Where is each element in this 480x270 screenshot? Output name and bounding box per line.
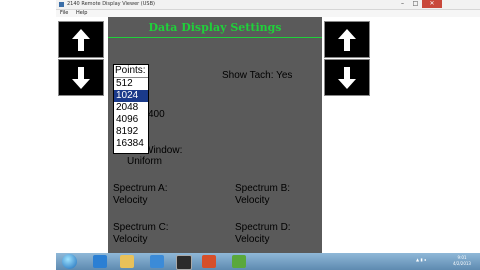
office-app-icon[interactable] [202,255,216,268]
close-button[interactable]: ✕ [422,0,442,8]
points-option[interactable]: 2048 [114,102,148,114]
start-button[interactable] [62,254,77,269]
spectrum-d-value[interactable]: Velocity [235,234,269,246]
spectrum-a-label: Spectrum A: [113,183,168,194]
window-value[interactable]: Uniform [127,156,162,168]
left-down-button[interactable] [58,59,104,96]
up-arrow-icon [72,28,90,51]
browser-icon[interactable] [93,255,107,268]
show-tach-setting[interactable]: Show Tach: Yes [222,70,292,82]
minimize-button[interactable]: – [396,0,409,8]
folder-icon[interactable] [120,255,134,268]
left-button-column [56,17,104,253]
right-down-button[interactable] [324,59,370,96]
spectrum-c-value[interactable]: Velocity [113,234,147,246]
title-divider [108,37,322,38]
down-arrow-icon [338,66,356,89]
menu-bar: File Help [56,10,480,17]
points-option[interactable]: 512 [114,78,148,90]
spectrum-c-label: Spectrum C: [113,222,169,233]
menu-help[interactable]: Help [76,10,87,17]
app-icon-green[interactable] [232,255,246,268]
points-dropdown-label: Points: [114,65,148,78]
media-player-icon[interactable] [150,255,164,268]
right-button-column [322,17,370,253]
left-up-button[interactable] [58,21,104,58]
clock-date: 4/2/2013 [453,261,471,266]
points-option[interactable]: 8192 [114,126,148,138]
points-option-selected[interactable]: 1024 [114,90,148,102]
tray-icons[interactable]: ▲ ▮ ◂ [416,257,426,262]
spectrum-b-label: Spectrum B: [235,183,291,194]
remote-viewer-icon[interactable] [176,255,192,270]
points-dropdown[interactable]: Points: 512 1024 2048 4096 8192 16384 [113,64,149,154]
spectrum-b-value[interactable]: Velocity [235,195,269,207]
app-icon [59,2,64,7]
spectrum-d-label: Spectrum D: [235,222,291,233]
spectrum-a-value[interactable]: Velocity [113,195,147,207]
partial-value-text: 400 [148,109,165,120]
points-option[interactable]: 4096 [114,114,148,126]
right-up-button[interactable] [324,21,370,58]
system-clock[interactable]: 9:01 4/2/2013 [451,255,473,267]
window-title: 2140 Remote Display Viewer (USB) [67,1,155,7]
taskbar: ▲ ▮ ◂ 9:01 4/2/2013 [56,253,480,270]
points-option[interactable]: 16384 [114,138,148,150]
maximize-button[interactable]: □ [409,0,422,8]
menu-file[interactable]: File [60,10,68,17]
up-arrow-icon [338,28,356,51]
panel-title: Data Display Settings [148,21,282,34]
down-arrow-icon [72,66,90,89]
